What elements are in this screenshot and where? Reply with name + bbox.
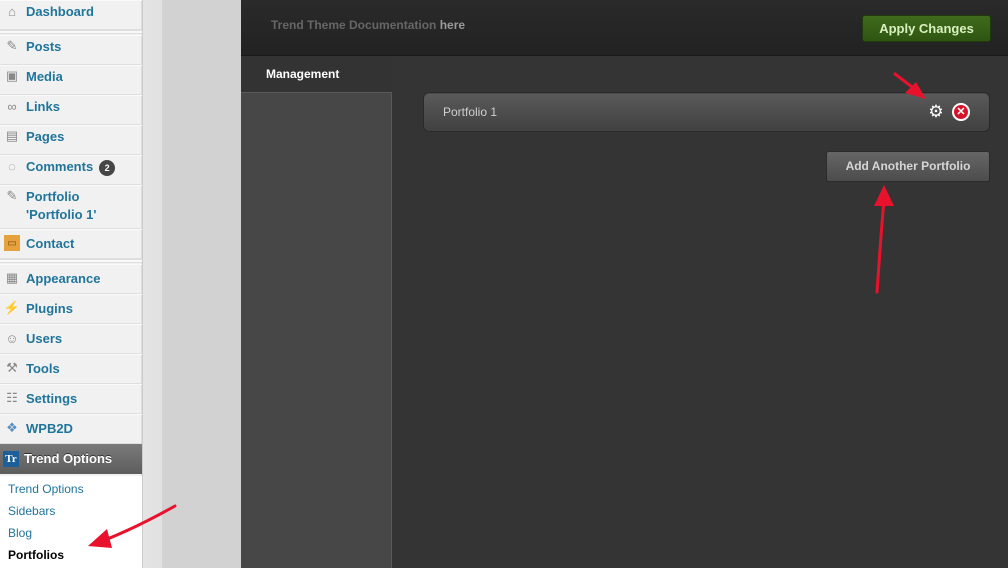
delete-icon[interactable]: ✕	[952, 103, 970, 121]
trend-logo-icon: Tr	[3, 451, 19, 467]
menu-label: Dashboard	[26, 4, 94, 19]
comment-count-badge: 2	[99, 159, 116, 176]
users-icon: ☺	[5, 330, 19, 346]
menu-item-tools[interactable]: ⚒ Tools	[0, 354, 142, 384]
media-icon: ▣	[5, 68, 19, 83]
submenu-trend-options[interactable]: Trend Options	[8, 482, 84, 496]
menu-item-settings[interactable]: ☷ Settings	[0, 384, 142, 414]
menu-item-media[interactable]: ▣ Media	[0, 65, 142, 95]
menu-label: Trend Options	[24, 451, 113, 466]
comment-icon: ◌	[8, 158, 16, 174]
menu-label: Appearance	[26, 271, 101, 286]
tab-management[interactable]: Management	[241, 56, 392, 93]
appearance-icon: ▦	[5, 270, 19, 285]
tools-icon: ⚒	[6, 360, 18, 375]
portfolio-name: Portfolio 1	[443, 105, 498, 119]
menu-label: Links	[26, 99, 60, 114]
documentation-text: Trend Theme Documentation here	[271, 18, 466, 32]
documentation-link[interactable]: here	[440, 18, 465, 32]
apply-changes-button[interactable]: Apply Changes	[862, 15, 991, 42]
gear-icon[interactable]: ⚙	[927, 103, 945, 121]
menu-label: Settings	[26, 391, 78, 406]
plugin-icon: ⚡	[3, 300, 21, 315]
trend-options-panel: Trend Theme Documentation here Apply Cha…	[241, 0, 1008, 568]
menu-label: Plugins	[26, 301, 73, 316]
submenu-sidebars[interactable]: Sidebars	[8, 504, 55, 518]
menu-label: Tools	[26, 361, 60, 376]
admin-sidebar: ⌂ Dashboard ✎ Posts ▣ Media ∞ Links ▤ Pa…	[0, 0, 150, 568]
add-portfolio-button[interactable]: Add Another Portfolio	[826, 151, 990, 182]
menu-item-posts[interactable]: ✎ Posts	[0, 35, 142, 65]
gutter-inner	[162, 0, 242, 568]
submenu-portfolios[interactable]: Portfolios	[8, 548, 64, 562]
menu-label: Portfolio 'Portfolio 1'	[26, 189, 97, 222]
menu-item-plugins[interactable]: ⚡ Plugins	[0, 294, 142, 324]
menu-label: Contact	[26, 236, 75, 251]
portfolio-row: Portfolio 1 ⚙ ✕	[423, 92, 990, 132]
trend-submenu: Trend Options Sidebars Blog Portfolios	[0, 476, 142, 568]
menu-item-links[interactable]: ∞ Links	[0, 95, 142, 125]
content-gutter	[142, 0, 242, 568]
menu-item-wpb2d[interactable]: ❖ WPB2D	[0, 414, 142, 444]
menu-label: Users	[26, 331, 63, 346]
menu-label: WPB2D	[26, 421, 73, 436]
menu-item-portfolio[interactable]: ✎ Portfolio 'Portfolio 1'	[0, 185, 142, 229]
settings-icon: ☷	[6, 390, 18, 405]
menu-item-dashboard[interactable]: ⌂ Dashboard	[0, 0, 142, 30]
wpb2d-icon: ❖	[6, 420, 18, 435]
menu-label: Posts	[26, 39, 62, 54]
pages-icon: ▤	[5, 128, 19, 143]
options-tab-column: Management	[241, 56, 392, 568]
menu-label: Media	[26, 69, 63, 84]
menu-item-comments[interactable]: ◌ Comments 2	[0, 155, 142, 185]
home-icon: ⌂	[8, 3, 16, 19]
contact-icon: ▭	[4, 235, 20, 251]
menu-item-trend-options[interactable]: Tr Trend Options	[0, 444, 150, 474]
menu-label: Pages	[26, 129, 65, 144]
pin-icon: ✎	[6, 38, 18, 53]
menu-item-appearance[interactable]: ▦ Appearance	[0, 264, 142, 294]
panel-header: Trend Theme Documentation here Apply Cha…	[241, 0, 1008, 56]
submenu-blog[interactable]: Blog	[8, 526, 32, 540]
pin-icon: ✎	[6, 188, 18, 203]
menu-item-pages[interactable]: ▤ Pages	[0, 125, 142, 155]
link-icon: ∞	[7, 98, 17, 114]
menu-separator	[0, 259, 142, 263]
menu-label: Comments 2	[26, 158, 116, 176]
menu-item-users[interactable]: ☺ Users	[0, 324, 142, 354]
menu-separator	[0, 30, 142, 34]
menu-item-contact[interactable]: ▭ Contact	[0, 229, 142, 259]
